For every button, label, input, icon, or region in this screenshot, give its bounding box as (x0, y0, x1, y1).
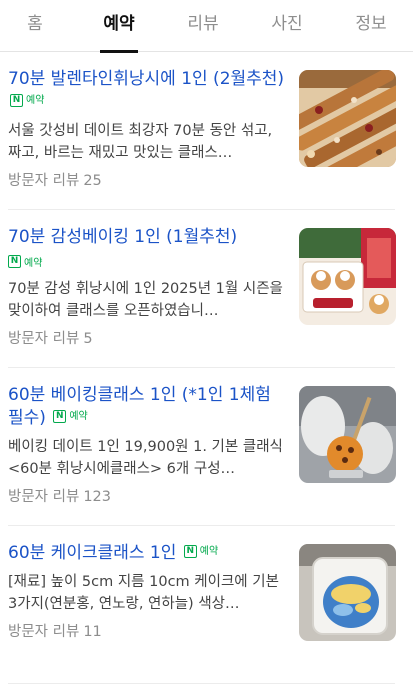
booking-item-title-text[interactable]: 60분 베이킹클래스 1인 (*1인 1체험 필수) (8, 385, 271, 428)
booking-item-meta: 방문자 리뷰 5 (8, 327, 290, 348)
naver-n-icon: N (8, 255, 21, 268)
tab-home[interactable]: 홈 (0, 0, 70, 52)
tab-booking[interactable]: 예약 (84, 0, 154, 52)
booking-item-info: 60분 케이크클래스 1인 N 예약 [재료] 높이 5cm 지름 10cm 케이… (8, 542, 290, 641)
booking-badge-label: 예약 (69, 410, 88, 422)
booking-badge: N 예약 (10, 93, 44, 108)
booking-item-info: 60분 베이킹클래스 1인 (*1인 1체험 필수) N 예약 베이킹 데이트 1… (8, 384, 290, 506)
booking-item-info: 70분 감성베이킹 1인 (1월추천) N 예약 70분 감성 휘낭시에 1인 2… (8, 226, 290, 348)
tab-photos[interactable]: 사진 (252, 0, 322, 52)
booking-item-description: 베이킹 데이트 1인 19,900원 1. 기본 클래식 <60분 휘낭시에클래… (8, 439, 283, 477)
booking-item-title-text[interactable]: 70분 감성베이킹 1인 (1월추천) (8, 227, 237, 247)
tab-bar: 홈 예약 리뷰 사진 정보 (0, 0, 413, 52)
booking-item[interactable]: 60분 케이크클래스 1인 N 예약 [재료] 높이 5cm 지름 10cm 케이… (0, 526, 413, 684)
naver-n-icon: N (53, 409, 67, 423)
booking-item[interactable]: 70분 발렌타인휘낭시에 1인 (2월추천) N 예약 서울 갓성비 데이트 최강… (0, 52, 413, 210)
booking-item-title[interactable]: 70분 발렌타인휘낭시에 1인 (2월추천) N 예약 (8, 68, 290, 114)
booking-item-description: [재료] 높이 5cm 지름 10cm 케이크에 기본 3가지(연분홍, 연노랑… (8, 574, 279, 612)
visitor-review-label: 방문자 리뷰 (8, 489, 80, 505)
visitor-review-label: 방문자 리뷰 (8, 331, 80, 347)
booking-badge: N 예약 (53, 409, 88, 424)
booking-badge-label: 예약 (26, 94, 45, 106)
review-count: 123 (83, 489, 111, 505)
booking-item-info: 70분 발렌타인휘낭시에 1인 (2월추천) N 예약 서울 갓성비 데이트 최강… (8, 68, 290, 190)
glaze-piping-photo[interactable] (299, 386, 396, 483)
booking-item[interactable]: 70분 감성베이킹 1인 (1월추천) N 예약 70분 감성 휘낭시에 1인 2… (0, 210, 413, 368)
tab-info[interactable]: 정보 (336, 0, 406, 52)
booking-item-title-text[interactable]: 60분 케이크클래스 1인 (8, 543, 176, 563)
tab-reviews[interactable]: 리뷰 (168, 0, 238, 52)
booking-item-meta: 방문자 리뷰 11 (8, 620, 290, 641)
review-count: 11 (83, 624, 102, 640)
booking-item-title[interactable]: 70분 감성베이킹 1인 (1월추천) (8, 226, 290, 249)
review-count: 5 (83, 331, 93, 347)
booking-badge-label: 예약 (24, 258, 43, 269)
booking-badge: N 예약 (8, 254, 42, 269)
visitor-review-label: 방문자 리뷰 (8, 624, 80, 640)
booking-item-description: 70분 감성 휘낭시에 1인 2025년 1월 시즌을 맞이하여 클래스를 오픈… (8, 281, 283, 319)
mini-cake-box-photo[interactable] (299, 544, 396, 641)
booking-item-title-text[interactable]: 70분 발렌타인휘낭시에 1인 (2월추천) (8, 69, 284, 89)
booking-item-meta: 방문자 리뷰 25 (8, 169, 290, 190)
financier-pastries-photo[interactable] (299, 70, 396, 167)
booking-item-description: 서울 갓성비 데이트 최강자 70분 동안 섞고, 짜고, 바르는 재밌고 맛있… (8, 123, 273, 161)
review-count: 25 (83, 173, 102, 189)
snowman-baking-photo[interactable] (299, 228, 396, 325)
booking-item-meta: 방문자 리뷰 123 (8, 485, 290, 506)
booking-item-title[interactable]: 60분 베이킹클래스 1인 (*1인 1체험 필수) N 예약 (8, 384, 290, 430)
booking-item[interactable]: 60분 베이킹클래스 1인 (*1인 1체험 필수) N 예약 베이킹 데이트 1… (0, 368, 413, 526)
naver-n-icon: N (183, 544, 197, 558)
visitor-review-label: 방문자 리뷰 (8, 173, 80, 189)
booking-item-title[interactable]: 60분 케이크클래스 1인 N 예약 (8, 542, 290, 565)
naver-n-icon: N (10, 93, 23, 107)
booking-badge-label: 예약 (199, 545, 219, 557)
booking-badge: N 예약 (183, 544, 218, 559)
